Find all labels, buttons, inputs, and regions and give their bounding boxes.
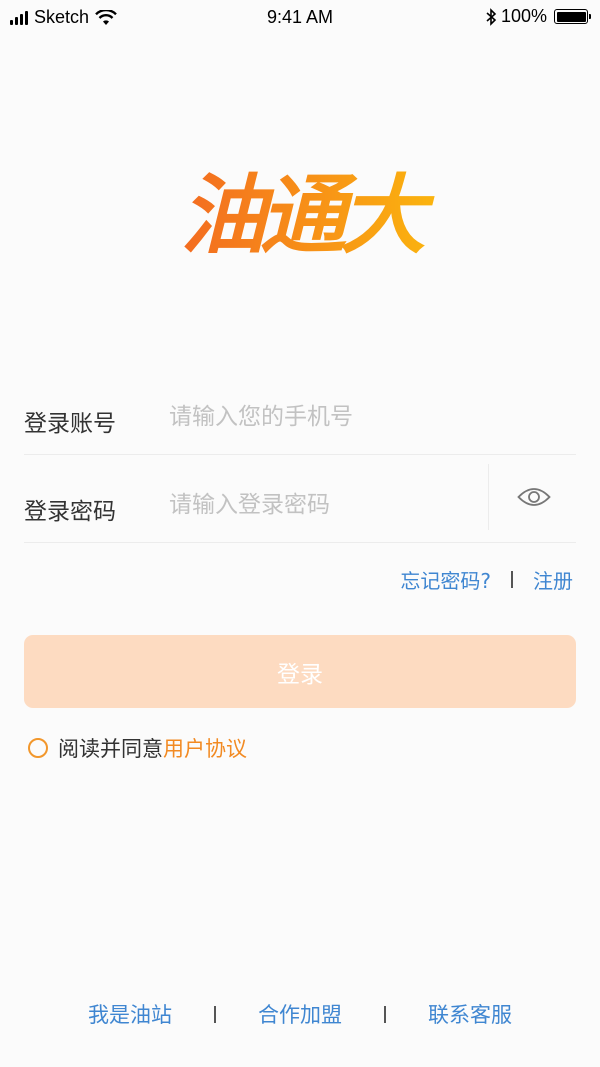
auth-links: 忘记密码? 注册: [400, 565, 573, 594]
link-divider: [511, 571, 513, 588]
footer-link-station[interactable]: 我是油站: [88, 999, 172, 1029]
footer-divider: [214, 1005, 216, 1023]
brand-logo: 油通大: [180, 166, 440, 265]
register-link[interactable]: 注册: [533, 565, 573, 594]
account-label: 登录账号: [24, 411, 116, 437]
bluetooth-icon: [486, 7, 497, 26]
user-agreement-link[interactable]: 用户协议: [163, 733, 247, 763]
footer-links: 我是油站 合作加盟 联系客服: [0, 999, 600, 1029]
eye-divider: [488, 464, 489, 530]
password-input[interactable]: [169, 492, 469, 518]
status-right: 100%: [485, 6, 591, 27]
eye-icon[interactable]: [517, 485, 551, 509]
footer-divider: [384, 1005, 386, 1023]
login-button[interactable]: 登录: [24, 635, 576, 708]
battery-percent: 100%: [500, 6, 547, 26]
footer-link-support[interactable]: 联系客服: [428, 999, 512, 1029]
battery-icon: [554, 9, 591, 24]
agree-radio[interactable]: [28, 738, 48, 758]
agreement-prefix: 阅读并同意: [58, 737, 163, 761]
password-row: 登录密码: [24, 454, 576, 543]
status-bar: Sketch 9:41 AM 100%: [0, 0, 600, 36]
forgot-password-link[interactable]: 忘记密码?: [400, 565, 491, 594]
password-label: 登录密码: [24, 499, 116, 525]
footer-link-partnership[interactable]: 合作加盟: [258, 999, 342, 1029]
account-input[interactable]: [169, 404, 469, 430]
logo-text: 油通大: [180, 166, 435, 265]
account-row: 登录账号: [24, 366, 576, 455]
agreement-row: 阅读并同意 用户协议: [28, 733, 247, 763]
